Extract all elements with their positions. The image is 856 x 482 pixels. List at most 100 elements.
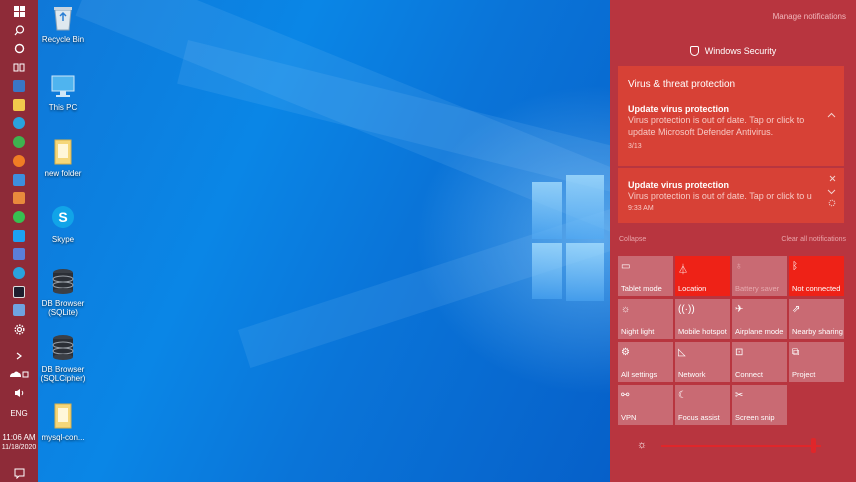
scissors-icon: ✂	[735, 390, 744, 401]
database-icon	[50, 268, 76, 296]
search-icon[interactable]	[8, 22, 30, 39]
desktop-icon-label: Skype	[51, 235, 75, 244]
folder-icon	[50, 402, 76, 430]
close-icon[interactable]	[829, 174, 836, 184]
app-icon[interactable]	[8, 246, 30, 263]
quick-action-label: Mobile hotspot	[678, 327, 727, 336]
project-icon: ⧉	[792, 347, 800, 358]
brightness-slider[interactable]: ☼	[637, 438, 837, 453]
chrome-icon[interactable]	[8, 134, 30, 151]
notification-title: Update virus protection	[628, 180, 730, 190]
telegram-icon[interactable]	[8, 115, 30, 132]
quick-action-night-light[interactable]: ☼ Night light	[618, 299, 673, 339]
quick-action-label: Not connected	[792, 284, 841, 293]
quick-action-bluetooth[interactable]: ᛒ Not connected	[789, 256, 844, 296]
desktop-icon-mysql-folder[interactable]: mysql-con...	[36, 402, 90, 442]
terminal-icon[interactable]	[8, 283, 30, 300]
cortana-icon[interactable]	[8, 40, 30, 57]
tablet-icon: ▭	[621, 261, 631, 272]
task-view-icon[interactable]	[8, 59, 30, 76]
app-icon[interactable]	[8, 78, 30, 95]
quick-action-label: Nearby sharing	[792, 327, 843, 336]
quick-action-label: Network	[678, 370, 706, 379]
quick-action-label: Battery saver	[735, 284, 780, 293]
clock-date[interactable]: 11/18/2020	[2, 443, 37, 453]
quick-action-label: All settings	[621, 370, 658, 379]
quick-action-nearby-sharing[interactable]: ⇗ Nearby sharing	[789, 299, 844, 339]
quick-action-tablet-mode[interactable]: ▭ Tablet mode	[618, 256, 673, 296]
desktop-icon-skype[interactable]: S Skype	[36, 204, 90, 244]
collapse-button[interactable]: Collapse	[619, 236, 646, 243]
quick-action-vpn[interactable]: ⚯ VPN	[618, 385, 673, 425]
notification-body: Virus protection is out of date. Tap or …	[628, 115, 805, 137]
location-icon: ⏃	[678, 265, 688, 276]
hotspot-icon: ((·))	[678, 304, 695, 315]
quick-action-network[interactable]: ◺ Network	[675, 342, 730, 382]
firefox-icon[interactable]	[8, 153, 30, 170]
chevron-down-icon[interactable]	[827, 187, 836, 197]
quick-action-airplane-mode[interactable]: ✈ Airplane mode	[732, 299, 787, 339]
action-center-icon[interactable]	[8, 465, 30, 482]
quick-action-label: Connect	[735, 370, 763, 379]
notification-card[interactable]: Virus & threat protection Update virus p…	[618, 66, 844, 166]
desktop-icon-recycle-bin[interactable]: Recycle Bin	[36, 4, 90, 44]
gear-icon[interactable]	[828, 199, 836, 209]
twitter-icon[interactable]	[8, 227, 30, 244]
chevron-up-icon[interactable]	[8, 347, 30, 364]
gear-icon[interactable]	[8, 321, 30, 338]
desktop-icon-label: DB Browser (SQLCipher)	[40, 365, 86, 383]
desktop-icon-label: This PC	[48, 103, 78, 112]
language-indicator[interactable]: ENG	[10, 409, 27, 419]
quick-action-focus-assist[interactable]: ☾ Focus assist	[675, 385, 730, 425]
notification-time: 3/13	[628, 143, 642, 150]
desktop-icon-new-folder[interactable]: new folder	[36, 138, 90, 178]
desktop-icon-db-browser-sqlcipher[interactable]: DB Browser (SQLCipher)	[36, 334, 90, 383]
desktop-icon-this-pc[interactable]: This PC	[36, 72, 90, 112]
battery-icon: ♁	[735, 261, 743, 272]
brightness-thumb[interactable]	[811, 438, 816, 453]
quick-action-location[interactable]: ⏃ Location	[675, 256, 730, 296]
vpn-icon: ⚯	[621, 390, 630, 401]
quick-action-label: Night light	[621, 327, 655, 336]
volume-icon[interactable]	[8, 385, 30, 402]
shield-icon	[689, 46, 699, 56]
computer-icon	[50, 72, 76, 100]
chevron-up-icon[interactable]	[827, 110, 836, 120]
night-light-icon: ☼	[621, 304, 631, 315]
quick-action-all-settings[interactable]: ⚙ All settings	[618, 342, 673, 382]
svg-text:S: S	[58, 209, 67, 225]
quick-action-project[interactable]: ⧉ Project	[789, 342, 844, 382]
quick-action-label: Project	[792, 370, 816, 379]
quick-action-label: Focus assist	[678, 413, 720, 422]
photos-icon[interactable]	[8, 190, 30, 207]
airplane-icon: ✈	[735, 304, 744, 315]
quick-action-connect[interactable]: ⊡ Connect	[732, 342, 787, 382]
start-button[interactable]	[8, 3, 30, 20]
whatsapp-icon[interactable]	[8, 209, 30, 226]
taskbar: ENG 11:06 AM 11/18/2020	[0, 0, 38, 482]
brightness-track[interactable]	[661, 445, 821, 447]
telegram-icon[interactable]	[8, 265, 30, 282]
manage-notifications-link[interactable]: Manage notifications	[773, 12, 846, 21]
quick-action-mobile-hotspot[interactable]: ((·)) Mobile hotspot	[675, 299, 730, 339]
desktop-icon-label: DB Browser (SQLite)	[41, 299, 85, 317]
paint-icon[interactable]	[8, 171, 30, 188]
quick-action-label: Location	[678, 284, 707, 293]
database-icon	[50, 334, 76, 362]
clear-all-notifications-button[interactable]: Clear all notifications	[781, 236, 846, 243]
notification-title: Update virus protection	[628, 104, 730, 114]
notification-card[interactable]: Update virus protection Virus protection…	[618, 168, 844, 223]
quick-action-label: Screen snip	[735, 413, 775, 422]
share-icon: ⇗	[792, 304, 801, 315]
onedrive-icon[interactable]	[8, 366, 30, 383]
windows-logo-pane	[566, 243, 604, 301]
quick-action-battery-saver[interactable]: ♁ Battery saver	[732, 256, 787, 296]
clock-time[interactable]: 11:06 AM	[2, 433, 35, 443]
security-icon[interactable]	[8, 302, 30, 319]
network-icon: ◺	[678, 347, 686, 358]
quick-action-screen-snip[interactable]: ✂ Screen snip	[732, 385, 787, 425]
desktop-icon-db-browser-sqlite[interactable]: DB Browser (SQLite)	[36, 268, 90, 317]
file-explorer-icon[interactable]	[8, 96, 30, 113]
desktop-icon-label: new folder	[44, 169, 82, 178]
desktop-wallpaper	[38, 0, 610, 482]
